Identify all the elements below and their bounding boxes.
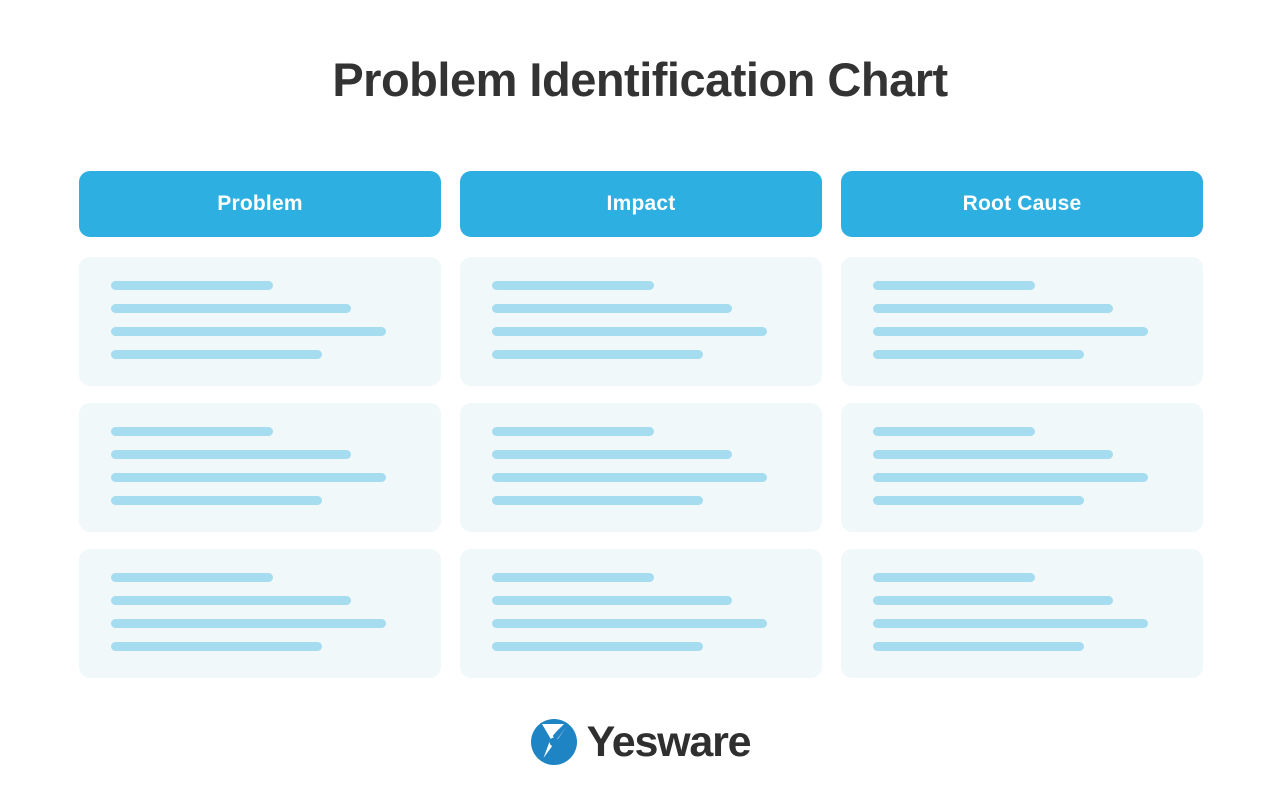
chart-grid: Problem Impact Root Cause [79, 171, 1203, 678]
column-header-label: Root Cause [962, 192, 1082, 215]
footer-branding: Yesware [0, 718, 1280, 766]
placeholder-bar [873, 304, 1113, 313]
placeholder-bar [111, 350, 322, 359]
content-card[interactable] [79, 257, 441, 386]
table-row [79, 403, 1203, 532]
column-header-impact[interactable]: Impact [460, 171, 822, 237]
placeholder-bar [492, 619, 767, 628]
table-row [79, 257, 1203, 386]
column-header-problem[interactable]: Problem [79, 171, 441, 237]
content-card[interactable] [841, 549, 1203, 678]
placeholder-bar [111, 327, 386, 336]
table-row [79, 549, 1203, 678]
content-card[interactable] [460, 257, 822, 386]
placeholder-bar [873, 427, 1035, 436]
chart-body [79, 257, 1203, 678]
content-card[interactable] [79, 549, 441, 678]
placeholder-bar [873, 450, 1113, 459]
content-card[interactable] [79, 403, 441, 532]
placeholder-bar [873, 642, 1084, 651]
placeholder-bar [111, 304, 351, 313]
column-header-row: Problem Impact Root Cause [79, 171, 1203, 237]
placeholder-bar [492, 573, 654, 582]
content-card[interactable] [460, 403, 822, 532]
placeholder-bar [492, 427, 654, 436]
placeholder-bar [873, 619, 1148, 628]
placeholder-bar [111, 473, 386, 482]
problem-identification-chart-page: Problem Identification Chart Problem Imp… [0, 0, 1280, 812]
brand-name: Yesware [586, 717, 752, 766]
placeholder-bar [492, 327, 767, 336]
placeholder-bar [873, 473, 1148, 482]
placeholder-bar [873, 496, 1084, 505]
yesware-logo-icon [530, 718, 578, 766]
placeholder-bar [111, 619, 386, 628]
placeholder-bar [873, 573, 1035, 582]
placeholder-bar [492, 642, 703, 651]
placeholder-bar [492, 450, 732, 459]
placeholder-bar [111, 281, 273, 290]
column-header-label: Problem [217, 192, 303, 215]
placeholder-bar [492, 496, 703, 505]
placeholder-bar [873, 327, 1148, 336]
placeholder-bar [111, 427, 273, 436]
content-card[interactable] [460, 549, 822, 678]
placeholder-bar [492, 596, 732, 605]
column-header-root-cause[interactable]: Root Cause [841, 171, 1203, 237]
column-header-label: Impact [606, 192, 676, 215]
placeholder-bar [873, 596, 1113, 605]
content-card[interactable] [841, 257, 1203, 386]
placeholder-bar [111, 596, 351, 605]
placeholder-bar [492, 473, 767, 482]
placeholder-bar [111, 496, 322, 505]
placeholder-bar [492, 350, 703, 359]
placeholder-bar [111, 450, 351, 459]
content-card[interactable] [841, 403, 1203, 532]
placeholder-bar [873, 350, 1084, 359]
placeholder-bar [111, 642, 322, 651]
placeholder-bar [492, 281, 654, 290]
placeholder-bar [492, 304, 732, 313]
page-title: Problem Identification Chart [332, 53, 948, 106]
placeholder-bar [111, 573, 273, 582]
placeholder-bar [873, 281, 1035, 290]
